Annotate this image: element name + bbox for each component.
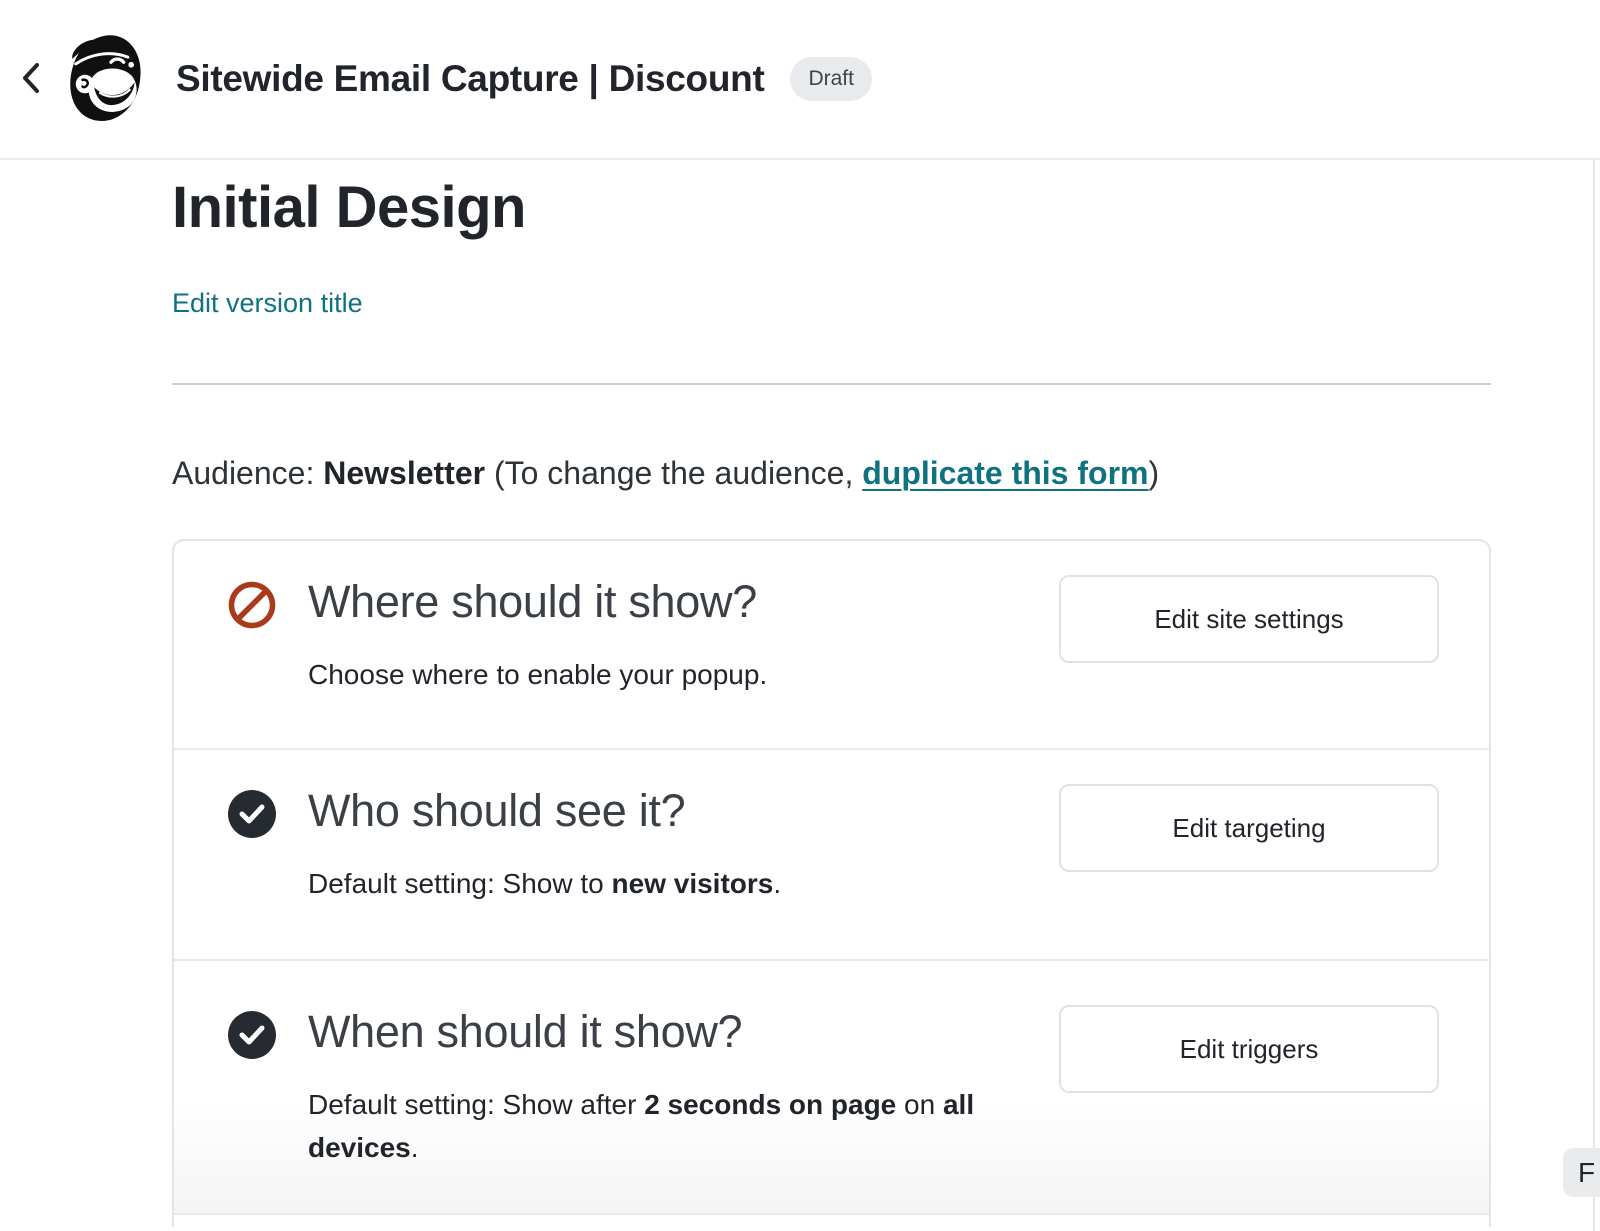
audience-line: Audience: Newsletter (To change the audi…: [172, 453, 1491, 495]
edit-targeting-button[interactable]: Edit targeting: [1059, 784, 1439, 872]
step-row-targeting: Who should see it? Default setting: Show…: [174, 748, 1489, 959]
check-circle-icon: [228, 1011, 276, 1059]
feedback-button-label: F: [1578, 1157, 1595, 1189]
prohibition-icon: [228, 581, 276, 629]
step-description: Choose where to enable your popup.: [308, 653, 767, 696]
step-description: Default setting: Show after 2 seconds on…: [308, 1083, 1018, 1169]
back-button[interactable]: [16, 59, 46, 99]
step-title: Where should it show?: [308, 575, 767, 629]
page-right-edge: [1593, 160, 1600, 1231]
chevron-left-icon: [20, 61, 42, 98]
edit-site-settings-button[interactable]: Edit site settings: [1059, 575, 1439, 663]
check-circle-icon: [228, 790, 276, 838]
edit-version-title-link[interactable]: Edit version title: [172, 288, 363, 319]
page-title: Initial Design: [172, 174, 1491, 242]
app-header: Sitewide Email Capture | Discount Draft: [0, 0, 1600, 160]
inline-link[interactable]: duplicate this form: [862, 455, 1148, 491]
step-title: Who should see it?: [308, 784, 781, 838]
status-badge: Draft: [790, 57, 872, 101]
edit-triggers-button[interactable]: Edit triggers: [1059, 1005, 1439, 1093]
form-title: Sitewide Email Capture | Discount: [176, 58, 764, 100]
step-title: When should it show?: [308, 1005, 1018, 1059]
feedback-button[interactable]: F: [1563, 1148, 1600, 1197]
row-divider: [174, 1213, 1489, 1215]
main-content: Initial Design Edit version title Audien…: [0, 174, 1600, 1227]
step-row-site-settings: Where should it show? Choose where to en…: [174, 541, 1489, 748]
steps-card: Where should it show? Choose where to en…: [172, 539, 1491, 1227]
section-divider: [172, 383, 1491, 385]
step-row-triggers: When should it show? Default setting: Sh…: [174, 959, 1489, 1213]
step-description: Default setting: Show to new visitors.: [308, 862, 781, 905]
mailchimp-logo-icon[interactable]: [64, 30, 148, 128]
